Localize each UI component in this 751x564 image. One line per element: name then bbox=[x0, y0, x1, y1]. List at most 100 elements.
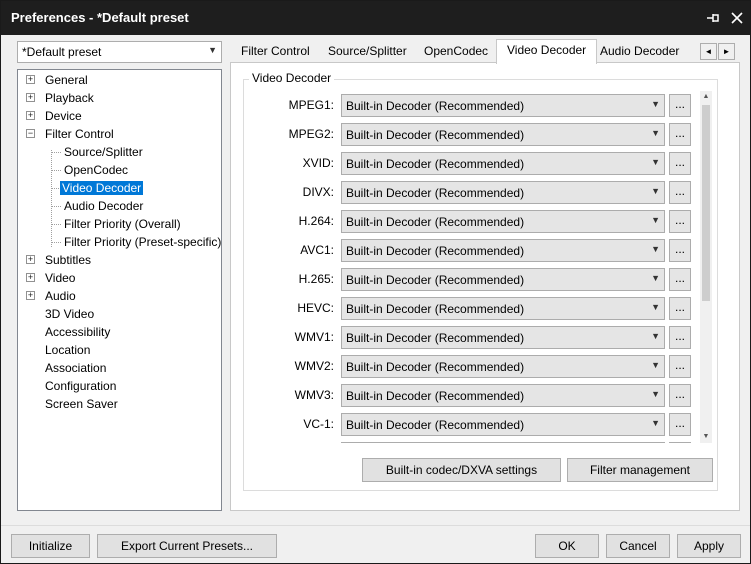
codec-settings-button[interactable]: ... bbox=[669, 239, 691, 262]
tree-item-audio[interactable]: + Audio bbox=[26, 287, 78, 305]
tree-item-audio-decoder[interactable]: Audio Decoder bbox=[62, 197, 145, 215]
codec-settings-button[interactable]: ... bbox=[669, 413, 691, 436]
codec-settings-button[interactable]: ... bbox=[669, 181, 691, 204]
codec-dropdown[interactable]: Built-in Decoder (Recommended) ▼ bbox=[341, 297, 665, 320]
codec-dropdown[interactable]: Built-in Decoder (Recommended) ▼ bbox=[341, 384, 665, 407]
codec-dropdown[interactable]: Built-in Decoder (Recommended) ▼ bbox=[341, 239, 665, 262]
codec-row-vc1: VC-1: Built-in Decoder (Recommended) ▼ ..… bbox=[231, 413, 691, 437]
video-decoder-page: Video Decoder MPEG1: Built-in Decoder (R… bbox=[230, 62, 740, 511]
codec-label: WMV1: bbox=[294, 330, 334, 344]
tree-item-label: Audio Decoder bbox=[64, 199, 144, 213]
tree-item-device[interactable]: + Device bbox=[26, 107, 84, 125]
tree-item-filter-control[interactable]: − Filter Control bbox=[26, 125, 116, 143]
chevron-down-icon: ▼ bbox=[651, 99, 660, 109]
tree-item-association[interactable]: Association bbox=[43, 359, 108, 377]
tree-item-label: Association bbox=[45, 361, 107, 375]
tab-scroll-left-icon[interactable]: ◄ bbox=[700, 43, 717, 60]
tree-item-source-splitter[interactable]: Source/Splitter bbox=[62, 143, 145, 161]
codec-settings-button[interactable]: ... bbox=[669, 355, 691, 378]
tree-guide-line bbox=[51, 206, 61, 207]
pin-icon[interactable] bbox=[701, 6, 725, 30]
codec-settings-button-partial bbox=[669, 442, 691, 445]
tree-item-3d-video[interactable]: 3D Video bbox=[43, 305, 96, 323]
chevron-down-icon: ▼ bbox=[651, 244, 660, 254]
export-presets-button[interactable]: Export Current Presets... bbox=[97, 534, 277, 558]
tree-item-configuration[interactable]: Configuration bbox=[43, 377, 118, 395]
codec-settings-button[interactable]: ... bbox=[669, 94, 691, 117]
codec-label: HEVC: bbox=[297, 301, 334, 315]
codec-dropdown[interactable]: Built-in Decoder (Recommended) ▼ bbox=[341, 94, 665, 117]
codec-row-wmv2: WMV2: Built-in Decoder (Recommended) ▼ ..… bbox=[231, 355, 691, 379]
tab-filter-control[interactable]: Filter Control bbox=[231, 41, 320, 63]
cancel-button[interactable]: Cancel bbox=[606, 534, 670, 558]
expand-icon[interactable]: + bbox=[26, 93, 35, 102]
preset-dropdown[interactable]: *Default preset ▼ bbox=[17, 41, 222, 63]
tree-item-general[interactable]: + General bbox=[26, 71, 90, 89]
codec-dropdown[interactable]: Built-in Decoder (Recommended) ▼ bbox=[341, 181, 665, 204]
codec-dropdown[interactable]: Built-in Decoder (Recommended) ▼ bbox=[341, 326, 665, 349]
expand-icon[interactable]: + bbox=[26, 75, 35, 84]
scroll-down-icon[interactable]: ▼ bbox=[700, 431, 712, 443]
codec-settings-button[interactable]: ... bbox=[669, 326, 691, 349]
group-scrollbar[interactable]: ▲ ▼ bbox=[700, 91, 712, 443]
tree-item-label: Audio bbox=[45, 289, 76, 303]
codec-label: MPEG1: bbox=[288, 98, 334, 112]
scroll-up-icon[interactable]: ▲ bbox=[700, 91, 712, 103]
codec-dropdown[interactable]: Built-in Decoder (Recommended) ▼ bbox=[341, 355, 665, 378]
codec-row-mpeg2: MPEG2: Built-in Decoder (Recommended) ▼ .… bbox=[231, 123, 691, 147]
tree-item-label: Filter Control bbox=[45, 127, 114, 141]
builtin-codec-settings-button[interactable]: Built-in codec/DXVA settings bbox=[362, 458, 561, 482]
codec-settings-button[interactable]: ... bbox=[669, 268, 691, 291]
close-icon[interactable] bbox=[725, 6, 749, 30]
apply-button[interactable]: Apply bbox=[677, 534, 741, 558]
tree-item-opencodec[interactable]: OpenCodec bbox=[62, 161, 130, 179]
collapse-icon[interactable]: − bbox=[26, 129, 35, 138]
tab-video-decoder[interactable]: Video Decoder bbox=[496, 39, 598, 64]
codec-settings-button[interactable]: ... bbox=[669, 384, 691, 407]
tree-item-filter-priority-overall[interactable]: Filter Priority (Overall) bbox=[62, 215, 183, 233]
tab-opencodec[interactable]: OpenCodec bbox=[414, 41, 498, 63]
tab-scroll-right-icon[interactable]: ► bbox=[718, 43, 735, 60]
tree-item-video-decoder[interactable]: Video Decoder bbox=[60, 179, 144, 197]
codec-dropdown[interactable]: Built-in Decoder (Recommended) ▼ bbox=[341, 413, 665, 436]
tab-strip: Filter Control Source/Splitter OpenCodec… bbox=[230, 39, 740, 64]
initialize-button[interactable]: Initialize bbox=[11, 534, 90, 558]
tree-item-filter-priority-preset[interactable]: Filter Priority (Preset-specific) bbox=[62, 233, 223, 251]
expand-icon[interactable]: + bbox=[26, 111, 35, 120]
expand-icon[interactable]: + bbox=[26, 273, 35, 282]
codec-dropdown[interactable]: Built-in Decoder (Recommended) ▼ bbox=[341, 152, 665, 175]
codec-label: H.264: bbox=[298, 214, 334, 228]
codec-settings-button[interactable]: ... bbox=[669, 152, 691, 175]
chevron-down-icon: ▼ bbox=[651, 273, 660, 283]
codec-settings-button[interactable]: ... bbox=[669, 297, 691, 320]
tree-item-location[interactable]: Location bbox=[43, 341, 92, 359]
scrollbar-thumb[interactable] bbox=[702, 105, 710, 301]
tree-guide-line bbox=[51, 150, 52, 247]
tree-item-video[interactable]: + Video bbox=[26, 269, 77, 287]
codec-dropdown[interactable]: Built-in Decoder (Recommended) ▼ bbox=[341, 268, 665, 291]
tree-guide-line bbox=[51, 170, 61, 171]
tree-item-playback[interactable]: + Playback bbox=[26, 89, 96, 107]
chevron-down-icon: ▼ bbox=[651, 215, 660, 225]
codec-dropdown-value: Built-in Decoder (Recommended) bbox=[346, 157, 525, 171]
expand-icon[interactable]: + bbox=[26, 255, 35, 264]
title-bar[interactable]: Preferences - *Default preset bbox=[1, 1, 750, 35]
tree-item-screen-saver[interactable]: Screen Saver bbox=[43, 395, 120, 413]
tab-audio-decoder[interactable]: Audio Decoder bbox=[590, 41, 689, 63]
codec-settings-button[interactable]: ... bbox=[669, 210, 691, 233]
tree-item-label: Source/Splitter bbox=[64, 145, 143, 159]
codec-dropdown-value: Built-in Decoder (Recommended) bbox=[346, 389, 525, 403]
tree-item-label: Screen Saver bbox=[45, 397, 118, 411]
expand-icon[interactable]: + bbox=[26, 291, 35, 300]
tree-item-subtitles[interactable]: + Subtitles bbox=[26, 251, 93, 269]
ok-button[interactable]: OK bbox=[535, 534, 599, 558]
filter-management-button[interactable]: Filter management bbox=[567, 458, 713, 482]
tab-source-splitter[interactable]: Source/Splitter bbox=[318, 41, 417, 63]
codec-dropdown[interactable]: Built-in Decoder (Recommended) ▼ bbox=[341, 123, 665, 146]
codec-settings-button[interactable]: ... bbox=[669, 123, 691, 146]
codec-dropdown[interactable]: Built-in Decoder (Recommended) ▼ bbox=[341, 210, 665, 233]
codec-row-divx: DIVX: Built-in Decoder (Recommended) ▼ ..… bbox=[231, 181, 691, 205]
codec-dropdown-partial bbox=[341, 442, 665, 445]
preferences-tree[interactable]: + General + Playback + Device − Filter C… bbox=[17, 69, 222, 511]
tree-item-accessibility[interactable]: Accessibility bbox=[43, 323, 112, 341]
